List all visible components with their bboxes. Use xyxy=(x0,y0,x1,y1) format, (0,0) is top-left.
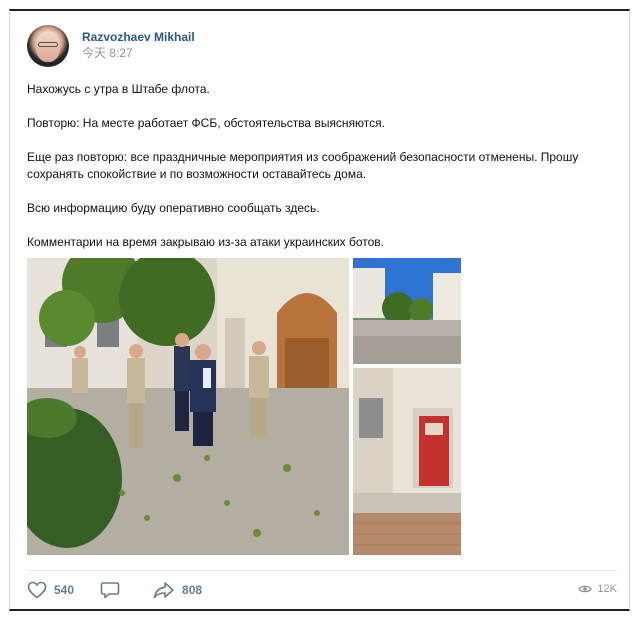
share-button[interactable]: 808 xyxy=(153,581,202,599)
photo-entrance-scene xyxy=(353,368,461,555)
avatar-face xyxy=(36,32,60,62)
avatar[interactable] xyxy=(27,25,69,67)
post-card: Razvozhaev Mikhail 今天 8:27 Нахожусь с ут… xyxy=(9,9,630,611)
photo-main-scene xyxy=(27,258,349,555)
eye-icon xyxy=(578,585,593,593)
post-text: Нахожусь с утра в Штабе флота. Повторю: … xyxy=(27,81,617,268)
post-paragraph: Еще раз повторю: все праздничные меропри… xyxy=(27,150,579,181)
post-paragraph: Комментарии на время закрываю из-за атак… xyxy=(27,235,385,249)
post-paragraph: Нахожусь с утра в Штабе флота. xyxy=(27,82,210,96)
share-count: 808 xyxy=(182,583,203,597)
like-count: 540 xyxy=(54,583,75,597)
post-photo-main[interactable] xyxy=(27,258,349,555)
post-paragraph: Всю информацию буду оперативно сообщать … xyxy=(27,201,320,215)
post-photo-courtyard[interactable] xyxy=(353,258,461,364)
author-name[interactable]: Razvozhaev Mikhail xyxy=(82,30,195,45)
post-time[interactable]: 今天 8:27 xyxy=(82,45,195,62)
views-counter: 12K xyxy=(578,583,617,595)
actions-divider xyxy=(27,570,617,571)
post-actions: 540 808 xyxy=(27,581,228,599)
comment-icon xyxy=(100,582,120,599)
post-photo-entrance[interactable] xyxy=(353,368,461,555)
post-meta: Razvozhaev Mikhail 今天 8:27 xyxy=(82,30,195,62)
like-button[interactable]: 540 xyxy=(27,581,74,599)
views-count: 12K xyxy=(597,583,617,595)
avatar-glasses xyxy=(38,42,58,47)
post-header: Razvozhaev Mikhail 今天 8:27 xyxy=(27,25,195,67)
post-paragraph: Повторю: На месте работает ФСБ, обстояте… xyxy=(27,116,385,130)
heart-icon xyxy=(27,581,47,599)
share-arrow-icon xyxy=(153,582,174,599)
photo-courtyard-scene xyxy=(353,258,461,364)
comment-button[interactable] xyxy=(100,581,127,599)
